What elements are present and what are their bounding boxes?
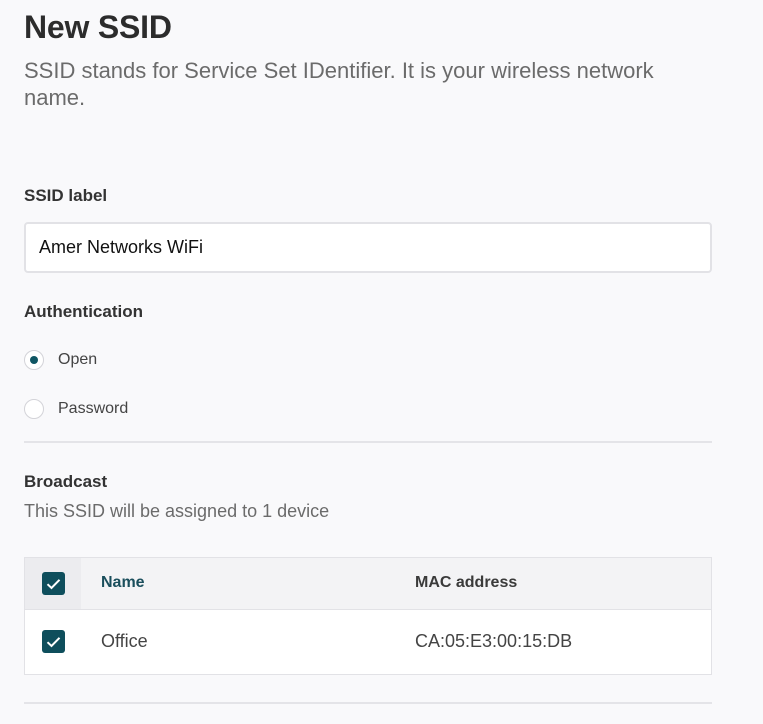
radio-open-label: Open xyxy=(58,351,98,368)
column-header-mac[interactable]: MAC address xyxy=(415,574,517,592)
row-checkbox[interactable] xyxy=(42,630,65,653)
authentication-heading: Authentication xyxy=(24,302,143,321)
radio-password[interactable] xyxy=(24,399,44,419)
auth-option-password[interactable]: Password xyxy=(24,398,128,420)
page-subtitle: SSID stands for Service Set IDentifier. … xyxy=(24,58,654,110)
check-icon xyxy=(46,636,61,647)
broadcast-heading: Broadcast xyxy=(24,472,108,491)
ssid-label-heading: SSID label xyxy=(24,186,108,205)
broadcast-helper-text: This SSID will be assigned to 1 device xyxy=(24,501,330,521)
device-table: Name MAC address Office CA:05:E3:00:15:D… xyxy=(24,557,712,675)
column-header-name[interactable]: Name xyxy=(101,574,145,592)
select-all-checkbox[interactable] xyxy=(42,572,65,595)
radio-open[interactable] xyxy=(24,350,44,370)
table-header-row: Name MAC address xyxy=(25,558,711,610)
ssid-label-input[interactable] xyxy=(24,222,712,273)
section-divider xyxy=(24,441,712,443)
device-name: Office xyxy=(101,631,148,651)
auth-option-open[interactable]: Open xyxy=(24,349,97,371)
select-all-cell xyxy=(25,558,81,609)
bottom-divider xyxy=(24,702,712,704)
check-icon xyxy=(46,578,61,589)
table-row[interactable]: Office CA:05:E3:00:15:DB xyxy=(25,610,711,674)
radio-password-label: Password xyxy=(58,400,129,417)
device-mac: CA:05:E3:00:15:DB xyxy=(415,631,573,651)
page-title: New SSID xyxy=(24,9,172,45)
